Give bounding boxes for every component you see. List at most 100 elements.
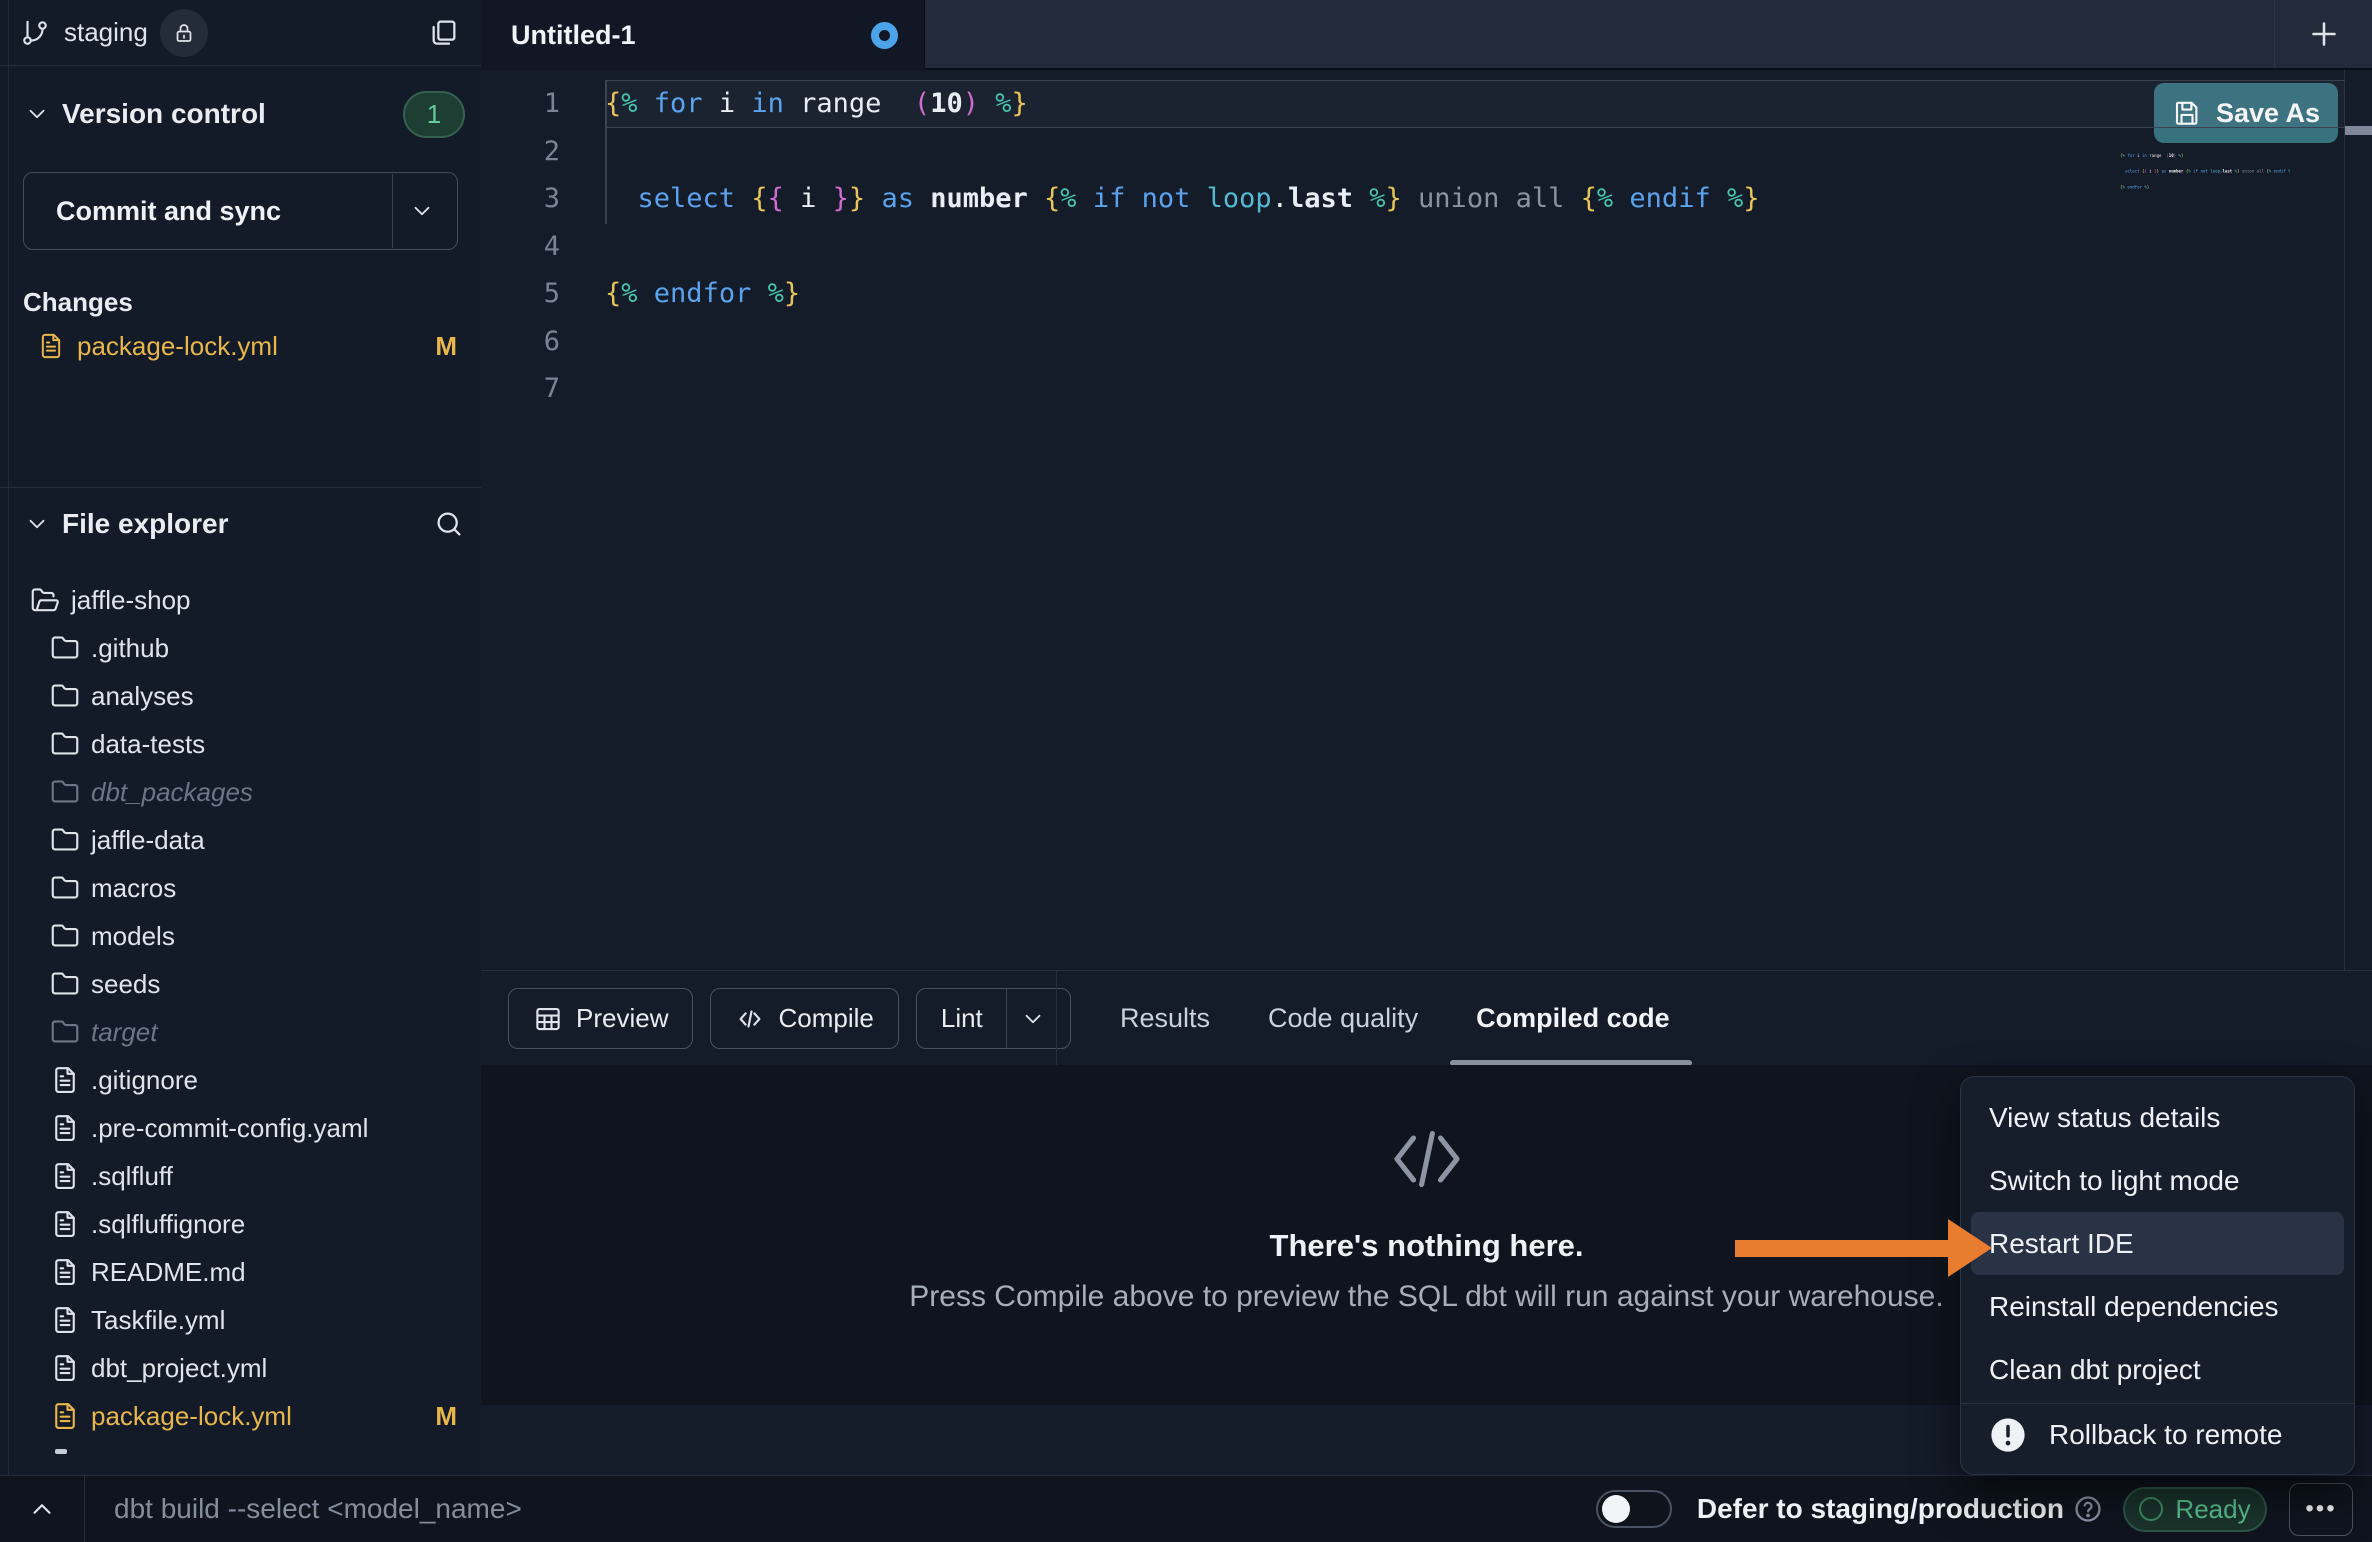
tree-item-readme.md[interactable]: README.md bbox=[0, 1248, 481, 1296]
tree-item-macros[interactable]: macros bbox=[0, 864, 481, 912]
editor-scrollbar[interactable] bbox=[2344, 70, 2372, 1040]
branch-header: staging bbox=[0, 0, 481, 66]
search-icon[interactable] bbox=[433, 508, 465, 540]
tree-item-label: .gitignore bbox=[91, 1065, 198, 1096]
lint-button[interactable]: Lint bbox=[916, 988, 1071, 1049]
menu-item-reinstall-dependencies[interactable]: Reinstall dependencies bbox=[1971, 1275, 2344, 1338]
chevron-down-icon bbox=[409, 198, 435, 224]
tree-item-label: Taskfile.yml bbox=[91, 1305, 225, 1336]
folder-icon bbox=[50, 921, 80, 951]
tree-item-label: seeds bbox=[91, 969, 160, 1000]
folder-open-icon bbox=[30, 585, 60, 615]
command-bar-right: Defer to staging/production Ready ••• bbox=[1596, 1476, 2353, 1542]
changes-count-badge: 1 bbox=[403, 91, 465, 138]
tree-item-label: dbt_project.yml bbox=[91, 1353, 267, 1384]
file-tree: jaffle-shop.githubanalysesdata-testsdbt_… bbox=[0, 576, 481, 1440]
panel-toolbar: Preview Compile Lint Results Code quality Co… bbox=[481, 970, 2372, 1065]
line-number: 3 bbox=[481, 183, 560, 214]
tree-item-jaffle-shop[interactable]: jaffle-shop bbox=[0, 576, 481, 624]
file-explorer-header[interactable]: File explorer bbox=[0, 498, 481, 550]
folder-icon bbox=[50, 969, 80, 999]
tree-item-package-lock.yml[interactable]: package-lock.yml M bbox=[0, 1392, 481, 1440]
lock-icon bbox=[172, 21, 196, 45]
folder-icon bbox=[50, 633, 80, 663]
preview-button[interactable]: Preview bbox=[508, 988, 693, 1049]
tab-compiled-code[interactable]: Compiled code bbox=[1476, 1003, 1670, 1034]
line-number: 5 bbox=[481, 278, 560, 309]
code-line-6[interactable]: 6 bbox=[481, 318, 2345, 366]
tree-item-label: .github bbox=[91, 633, 169, 664]
code-icon bbox=[1391, 1123, 1463, 1195]
tree-item-.pre-commit-config.yaml[interactable]: .pre-commit-config.yaml bbox=[0, 1104, 481, 1152]
code-line-7[interactable]: 7 bbox=[481, 365, 2345, 413]
compile-button[interactable]: Compile bbox=[710, 988, 898, 1049]
annotation-arrow bbox=[1735, 1240, 1950, 1257]
code-line-2[interactable]: 2 bbox=[481, 128, 2345, 176]
tab-title: Untitled-1 bbox=[481, 20, 636, 51]
minimap[interactable]: {% for i in range (10) %} select {{ i }}… bbox=[2120, 152, 2290, 212]
tree-item-taskfile.yml[interactable]: Taskfile.yml bbox=[0, 1296, 481, 1344]
button-split-divider bbox=[1006, 989, 1007, 1048]
menu-item-restart-ide[interactable]: Restart IDE bbox=[1971, 1212, 2344, 1275]
commit-and-sync-button[interactable]: Commit and sync bbox=[23, 172, 458, 250]
new-tab-button[interactable] bbox=[2274, 0, 2372, 68]
tree-item-models[interactable]: models bbox=[0, 912, 481, 960]
command-input[interactable]: dbt build --select <model_name> bbox=[114, 1476, 522, 1542]
line-number: 1 bbox=[481, 88, 560, 119]
menu-item-clean-dbt-project[interactable]: Clean dbt project bbox=[1971, 1338, 2344, 1401]
code-text: {% endfor %} bbox=[605, 278, 800, 309]
copy-icon[interactable] bbox=[427, 17, 459, 49]
tree-item-seeds[interactable]: seeds bbox=[0, 960, 481, 1008]
changed-file-row[interactable]: package-lock.ymlM bbox=[0, 322, 481, 370]
tab-untitled-1[interactable]: Untitled-1 bbox=[481, 0, 925, 70]
sidebar: staging Version control 1 Commit and syn… bbox=[0, 0, 482, 1475]
version-control-header[interactable]: Version control 1 bbox=[0, 88, 481, 140]
code-editor[interactable]: 1{% for i in range (10) %}23 select {{ i… bbox=[481, 70, 2372, 1040]
file-icon bbox=[37, 332, 65, 360]
help-icon[interactable] bbox=[2072, 1493, 2104, 1525]
tree-item-dbt-project.yml[interactable]: dbt_project.yml bbox=[0, 1344, 481, 1392]
tree-item-label: models bbox=[91, 921, 175, 952]
lint-label: Lint bbox=[941, 1003, 983, 1034]
file-icon bbox=[50, 1113, 80, 1143]
tree-item-analyses[interactable]: analyses bbox=[0, 672, 481, 720]
changes-heading: Changes bbox=[23, 287, 133, 318]
defer-toggle[interactable] bbox=[1596, 1490, 1672, 1528]
menu-item-switch-to-light-mode[interactable]: Switch to light mode bbox=[1971, 1149, 2344, 1212]
tree-item-jaffle-data[interactable]: jaffle-data bbox=[0, 816, 481, 864]
version-control-title: Version control bbox=[62, 98, 266, 130]
expand-command-bar-button[interactable] bbox=[0, 1476, 85, 1542]
tree-item-.sqlfluff[interactable]: .sqlfluff bbox=[0, 1152, 481, 1200]
more-options-button[interactable]: ••• bbox=[2289, 1483, 2353, 1536]
tree-item-dbt-packages[interactable]: dbt_packages bbox=[0, 768, 481, 816]
tree-item-label: package-lock.yml bbox=[91, 1401, 292, 1432]
code-line-3[interactable]: 3 select {{ i }} as number {% if not loo… bbox=[481, 175, 2345, 223]
commit-dropdown[interactable] bbox=[392, 174, 451, 248]
toolbar-divider bbox=[1056, 971, 1057, 1066]
tab-code-quality[interactable]: Code quality bbox=[1268, 1003, 1418, 1034]
code-line-5[interactable]: 5 {% endfor %} bbox=[481, 270, 2345, 318]
code-line-4[interactable]: 4 bbox=[481, 223, 2345, 271]
modified-flag: M bbox=[435, 1401, 457, 1432]
file-icon bbox=[50, 1401, 80, 1431]
menu-divider bbox=[1961, 1403, 2354, 1404]
menu-item-rollback-to-remote[interactable]: Rollback to remote bbox=[1971, 1406, 2344, 1464]
tree-item-label: macros bbox=[91, 873, 176, 904]
tree-item-.github[interactable]: .github bbox=[0, 624, 481, 672]
status-label: Ready bbox=[2175, 1494, 2250, 1525]
status-pill[interactable]: Ready bbox=[2123, 1487, 2267, 1532]
panel-actions: Preview Compile Lint bbox=[508, 988, 1071, 1049]
file-explorer-title: File explorer bbox=[62, 508, 229, 540]
unsaved-changes-dot-icon bbox=[871, 22, 898, 49]
tree-item-target[interactable]: target bbox=[0, 1008, 481, 1056]
menu-item-view-status-details[interactable]: View status details bbox=[1971, 1086, 2344, 1149]
scrollbar-thumb[interactable] bbox=[2345, 126, 2372, 135]
code-line-1[interactable]: 1{% for i in range (10) %} bbox=[481, 80, 2345, 128]
folder-icon bbox=[50, 729, 80, 759]
tree-item-data-tests[interactable]: data-tests bbox=[0, 720, 481, 768]
tab-results[interactable]: Results bbox=[1120, 1003, 1210, 1034]
tree-item-.sqlfluffignore[interactable]: .sqlfluffignore bbox=[0, 1200, 481, 1248]
chevron-down-icon bbox=[1020, 1006, 1046, 1032]
tree-item-label: README.md bbox=[91, 1257, 246, 1288]
tree-item-.gitignore[interactable]: .gitignore bbox=[0, 1056, 481, 1104]
